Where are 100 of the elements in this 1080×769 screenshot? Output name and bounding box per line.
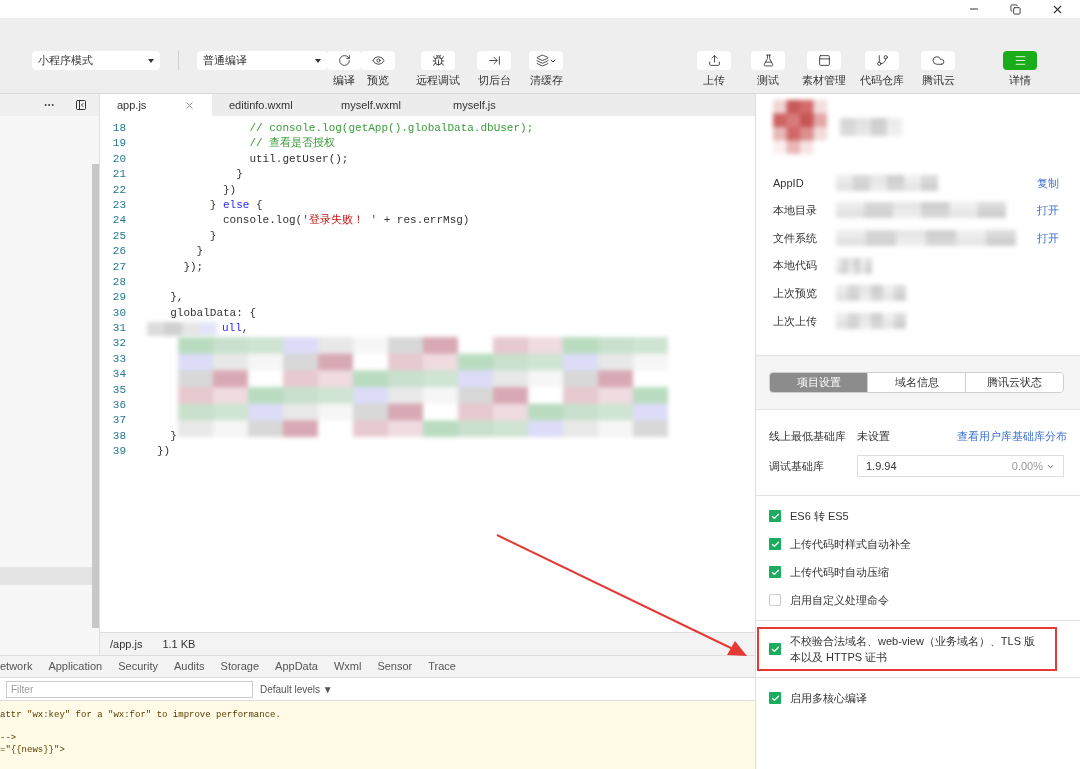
devtools-tab[interactable]: Sensor: [377, 658, 413, 675]
levels-dropdown[interactable]: Default levels ▼: [260, 681, 333, 697]
code-line: }: [235, 167, 243, 183]
checkbox-label: 不校验合法域名、web-view（业务域名）、TLS 版本以及 HTTPS 证书: [790, 634, 1037, 665]
branch-icon: [875, 54, 889, 67]
devtools-tab[interactable]: Application: [48, 658, 103, 675]
line-number: 18: [111, 121, 126, 136]
code-line: }): [157, 444, 171, 460]
line-number: 38: [111, 428, 126, 444]
icon-button[interactable]: [477, 51, 511, 70]
icon-button[interactable]: [865, 51, 899, 70]
checkbox[interactable]: [769, 594, 781, 606]
checkbox[interactable]: [769, 538, 781, 550]
checkbox-label: ES6 转 ES5: [790, 509, 849, 524]
file-path: /app.js: [110, 636, 143, 652]
compile-select[interactable]: 普通编译: [197, 51, 327, 70]
line-number: 19: [111, 136, 126, 152]
icon-button[interactable]: [421, 51, 455, 70]
button-label: 代码仓库: [860, 73, 904, 88]
info-label: 上次上传: [773, 313, 818, 329]
restore-icon[interactable]: [1010, 3, 1021, 15]
eye-icon: [371, 54, 385, 67]
line-number: 22: [111, 182, 126, 198]
checkbox[interactable]: [769, 566, 781, 578]
menu-icon: [1013, 54, 1027, 67]
line-number: 27: [111, 259, 126, 275]
icon-button[interactable]: [529, 51, 563, 70]
info-link[interactable]: 打开: [1037, 229, 1059, 247]
scrollbar[interactable]: [92, 164, 99, 628]
settings-tab[interactable]: 域名信息: [867, 373, 965, 392]
icon-button[interactable]: [751, 51, 785, 70]
line-number: 20: [111, 151, 126, 167]
filter-field[interactable]: Filter: [6, 680, 253, 698]
devtools-tab[interactable]: Trace: [428, 658, 456, 675]
info-label: AppID: [773, 175, 805, 191]
library-select[interactable]: 1.9.94 0.00%: [857, 455, 1064, 478]
collapse-icon[interactable]: [75, 99, 87, 111]
line-number: 25: [111, 228, 126, 244]
checkbox[interactable]: [769, 692, 781, 704]
code-line: }: [169, 428, 177, 444]
arrow-to-line-icon: [487, 54, 501, 67]
cloud-icon: [931, 54, 945, 67]
devtools-tab[interactable]: AppData: [275, 658, 318, 675]
button-label: 上传: [703, 73, 725, 88]
line-number: 30: [111, 305, 126, 321]
caret-icon: [315, 58, 321, 63]
info-link[interactable]: 复制: [1037, 174, 1059, 192]
icon-button[interactable]: [361, 51, 395, 70]
checkbox-label: 启用自定义处理命令: [790, 593, 889, 608]
setting-label: 线上最低基础库: [769, 428, 847, 444]
mode-select[interactable]: 小程序模式: [32, 51, 160, 70]
code-line: globalData: {: [169, 305, 257, 321]
info-label: 本地目录: [773, 203, 818, 219]
devtools-tab[interactable]: etwork: [0, 658, 33, 675]
console-line: attr "wx:key" for a "wx:for" to improve performance.: [0, 709, 282, 721]
distribution-link[interactable]: 查看用户库基础库分布: [957, 427, 1067, 445]
devtools-tab[interactable]: Storage: [220, 658, 260, 675]
bug-icon: [431, 54, 445, 67]
console-line: ="{{news}}">: [0, 744, 66, 756]
line-number: 29: [111, 290, 126, 306]
settings-tab[interactable]: 腾讯云状态: [965, 373, 1063, 392]
line-number: 21: [111, 167, 126, 183]
button-label: 腾讯云: [921, 73, 955, 88]
code-line: }): [222, 182, 237, 198]
checkbox[interactable]: [769, 643, 781, 655]
button-label: 预览: [367, 73, 389, 88]
icon-button[interactable]: [697, 51, 731, 70]
code-line: // 查看是否授权: [248, 136, 336, 152]
file-tab[interactable]: app.js: [100, 94, 212, 116]
line-number: 23: [111, 197, 126, 213]
rotate-icon: [337, 54, 351, 67]
checkbox[interactable]: [769, 510, 781, 522]
info-label: 本地代码: [773, 258, 818, 274]
blurred-value: [836, 312, 906, 329]
button-label: 测试: [757, 73, 779, 88]
code-line: }: [195, 244, 204, 260]
code-line: }: [208, 228, 217, 244]
caret-icon: [148, 58, 154, 63]
blurred-value: [836, 257, 872, 274]
blurred-avatar: [773, 100, 827, 154]
button-label: 切后台: [477, 73, 511, 88]
checkbox-label: 上传代码时自动压缩: [790, 565, 889, 580]
devtools-tab[interactable]: Audits: [174, 658, 205, 675]
code-line: console.log('登录失败！ ' + res.errMsg): [222, 213, 470, 229]
devtools-tab[interactable]: Wxml: [333, 658, 362, 675]
blurred-value: [836, 285, 906, 302]
devtools-tab[interactable]: Security: [118, 658, 158, 675]
info-label: 文件系统: [773, 230, 818, 246]
panel-icon: [817, 54, 831, 67]
line-number: 33: [111, 351, 126, 367]
line-number: 35: [111, 382, 126, 398]
button-label: 清缓存: [529, 73, 563, 88]
info-link[interactable]: 打开: [1037, 202, 1059, 219]
upload-icon: [707, 54, 721, 67]
code-line: } else {: [208, 197, 263, 213]
line-number: 32: [111, 336, 126, 352]
icon-button[interactable]: [807, 51, 841, 70]
icon-button[interactable]: [921, 51, 955, 70]
flask-icon: [761, 54, 775, 67]
code-line: });: [182, 259, 204, 275]
